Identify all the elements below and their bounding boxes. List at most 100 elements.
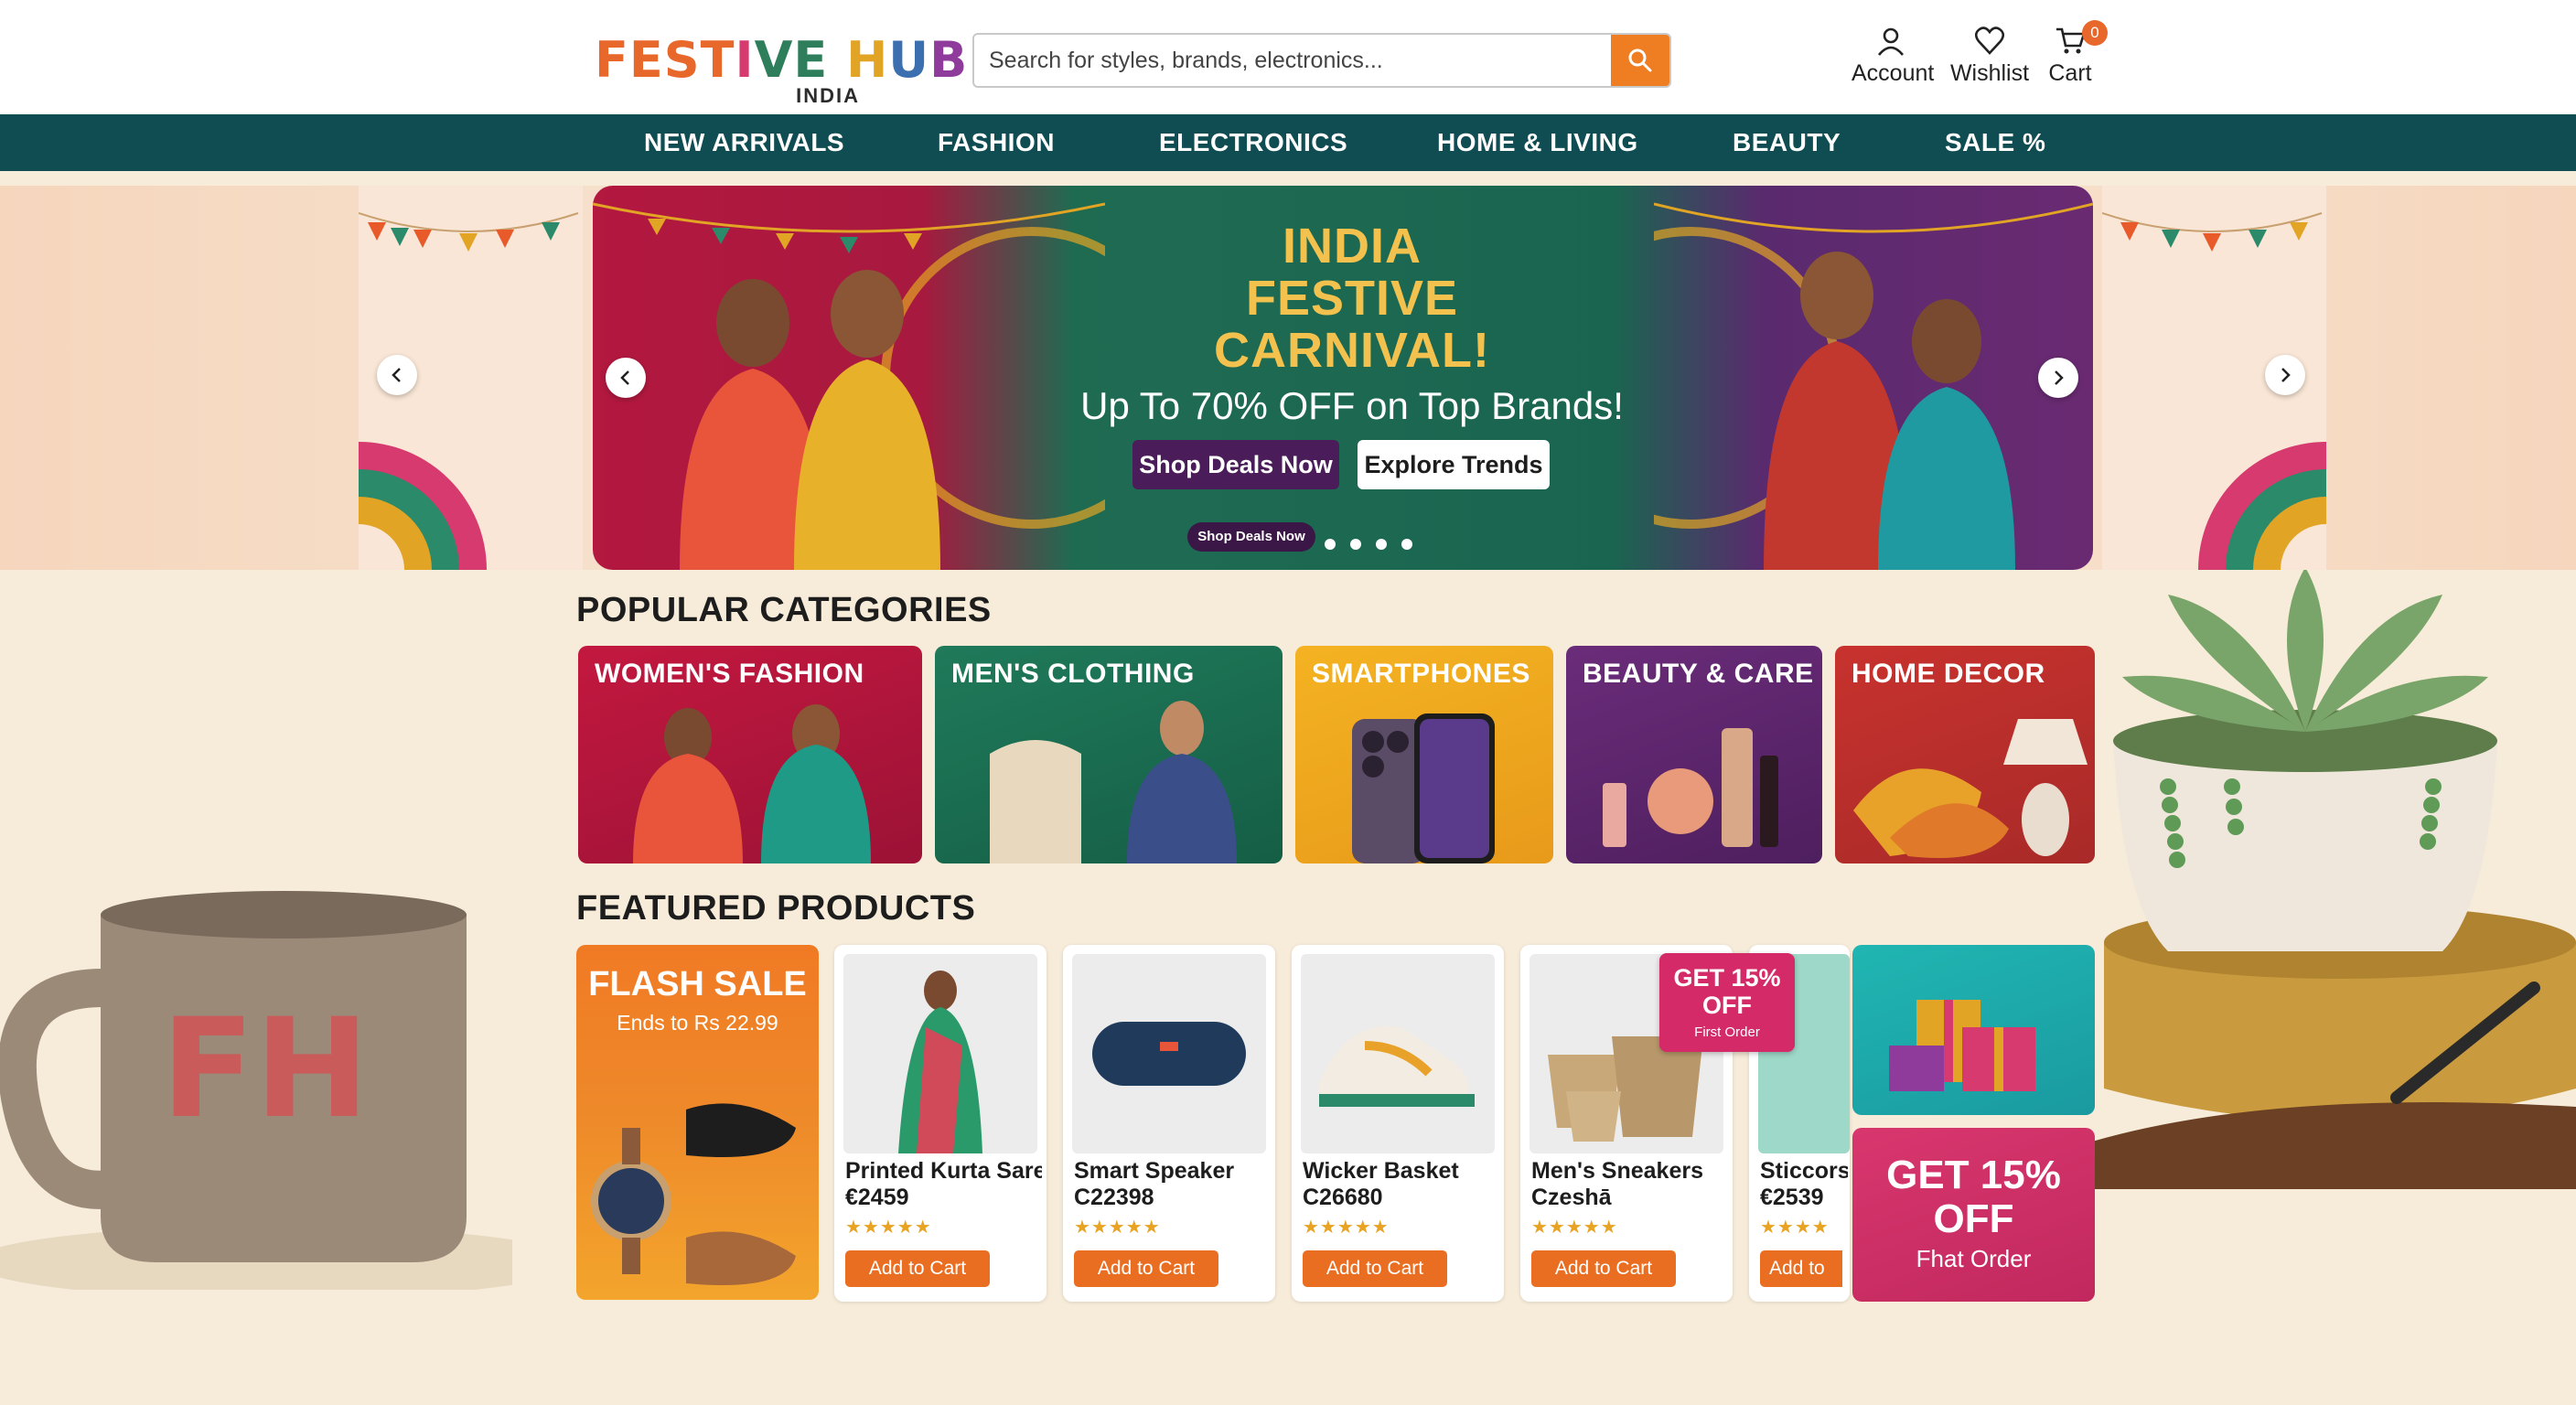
product-card[interactable]: Wicker Basket C26680 ★★★★★ Add to Cart — [1292, 945, 1504, 1302]
logo-subtitle: INDIA — [796, 84, 860, 107]
add-to-cart-button[interactable]: Add to Cart — [1303, 1250, 1447, 1287]
offer-subtitle: Fhat Order — [1916, 1245, 2032, 1272]
nav-item-fashion[interactable]: FASHION — [938, 114, 1055, 171]
plant-decor — [2086, 567, 2576, 1189]
category-image — [990, 701, 1237, 863]
category-label: WOMEN'S FASHION — [595, 659, 864, 689]
add-to-cart-button[interactable]: Add to Cart — [845, 1250, 990, 1287]
hero-banner: INDIA FESTIVE CARNIVAL! Up To 70% OFF on… — [593, 186, 2093, 570]
carousel-dot[interactable] — [1401, 539, 1412, 550]
main-nav: NEW ARRIVALS FASHION ELECTRONICS HOME & … — [0, 114, 2576, 171]
carousel-dot[interactable] — [1325, 539, 1336, 550]
category-image — [633, 704, 871, 863]
hero-subtitle: Up To 70% OFF on Top Brands! — [1080, 384, 1624, 427]
mug-decor: FH — [0, 891, 512, 1290]
nav-item-electronics[interactable]: ELECTRONICS — [1159, 114, 1347, 171]
category-card-mens-clothing[interactable]: MEN'S CLOTHING — [935, 646, 1283, 863]
category-label: MEN'S CLOTHING — [951, 659, 1195, 689]
hero-title-line: INDIA — [1283, 219, 1422, 273]
product-name: Men's Sneakers — [1531, 1158, 1703, 1184]
search-button[interactable] — [1611, 35, 1669, 86]
cart-button[interactable]: Cart 0 — [2045, 20, 2108, 87]
flash-sale-title: FLASH SALE — [588, 965, 807, 1003]
side-prev-arrow-button[interactable] — [377, 355, 417, 395]
offer-title-line: GET 15% — [1886, 1153, 2061, 1197]
hero-title-line: FESTIVE — [1245, 271, 1459, 326]
logo-part: U — [888, 31, 930, 89]
promo-badge-text: OFF — [1702, 992, 1752, 1019]
hero-title-line: CARNIVAL! — [1214, 323, 1490, 378]
heart-icon — [1974, 27, 2005, 55]
search-input[interactable] — [974, 35, 1615, 86]
carousel-dot[interactable] — [1376, 539, 1387, 550]
offer-card[interactable]: GET 15% OFF Fhat Order — [1852, 1128, 2095, 1302]
cart-count-badge: 0 — [2082, 20, 2108, 46]
category-image — [1603, 728, 1778, 847]
add-to-cart-button[interactable]: Add to — [1760, 1250, 1842, 1287]
product-image — [1301, 954, 1495, 1153]
product-name: Wicker Basket — [1303, 1158, 1459, 1184]
category-card-beauty-care[interactable]: BEAUTY & CARE — [1566, 646, 1822, 863]
logo-wordmark: FESTIVE HUB — [595, 31, 967, 89]
flash-sale-products-image — [591, 1103, 796, 1285]
cart-label: Cart — [2048, 60, 2092, 86]
account-label: Account — [1852, 60, 1935, 86]
explore-trends-button[interactable]: Explore Trends — [1358, 440, 1550, 489]
mug-logo-text: FH — [161, 990, 370, 1149]
search-bar — [972, 33, 1671, 88]
category-card-home-decor[interactable]: HOME DECOR — [1835, 646, 2095, 863]
product-card[interactable]: Smart Speaker C22398 ★★★★★ Add to Cart — [1063, 945, 1275, 1302]
flash-sale-subtitle: Ends to Rs 22.99 — [617, 1011, 778, 1035]
promo-badge-text: GET 15% — [1673, 964, 1781, 992]
site-header: FESTIVE HUB INDIA Account Wishlist Cart — [0, 0, 2576, 114]
product-price: €2459 — [845, 1185, 909, 1210]
promo-badge-subtext: First Order — [1694, 1024, 1760, 1040]
brand-logo[interactable]: FESTIVE HUB INDIA — [595, 31, 967, 108]
popular-categories-heading: POPULAR CATEGORIES — [576, 591, 992, 629]
hero-text-block: INDIA FESTIVE CARNIVAL! Up To 70% OFF on… — [1080, 219, 1624, 428]
hero-illustration-right — [1654, 202, 2093, 570]
chevron-left-icon — [620, 370, 629, 385]
product-rating: ★★★★★ — [1074, 1217, 1161, 1238]
offer-title-line: OFF — [1933, 1196, 2014, 1241]
shop-deals-button[interactable]: Shop Deals Now — [1132, 440, 1339, 489]
wishlist-button[interactable]: Wishlist — [1948, 26, 2031, 87]
flash-sale-card[interactable]: FLASH SALE Ends to Rs 22.99 — [576, 945, 819, 1300]
product-name: Printed Kurta Saree — [845, 1158, 1042, 1184]
hero-illustration-left — [593, 202, 1105, 570]
hero-next-arrow-button[interactable] — [2038, 358, 2078, 398]
nav-item-new-arrivals[interactable]: NEW ARRIVALS — [644, 114, 844, 171]
category-card-womens-fashion[interactable]: WOMEN'S FASHION — [578, 646, 922, 863]
logo-part: FEST — [595, 31, 735, 89]
carousel-dot[interactable] — [1350, 539, 1361, 550]
gift-boxes-banner[interactable] — [1852, 945, 2095, 1115]
category-label: HOME DECOR — [1852, 659, 2045, 689]
product-price: €2539 — [1760, 1185, 1824, 1210]
product-card[interactable]: Printed Kurta Saree €2459 ★★★★★ Add to C… — [834, 945, 1046, 1302]
chevron-right-icon — [2055, 370, 2064, 385]
promo-badge-line: GET 15% OFF — [1659, 964, 1795, 1019]
nav-item-beauty[interactable]: BEAUTY — [1733, 114, 1841, 171]
cart-icon — [2056, 27, 2086, 54]
user-icon — [1877, 27, 1905, 56]
first-order-promo-badge[interactable]: GET 15% OFF First Order — [1659, 953, 1795, 1052]
account-button[interactable]: Account — [1852, 26, 1934, 87]
search-icon — [1628, 48, 1652, 72]
nav-item-home-living[interactable]: HOME & LIVING — [1437, 114, 1638, 171]
product-rating: ★★★★★ — [1303, 1217, 1390, 1238]
nav-item-sale[interactable]: SALE % — [1945, 114, 2045, 171]
category-card-smartphones[interactable]: SMARTPHONES — [1295, 646, 1553, 863]
product-price: C22398 — [1074, 1185, 1154, 1210]
product-rating: ★★★★ — [1760, 1217, 1830, 1238]
hero-prev-arrow-button[interactable] — [606, 358, 646, 398]
chevron-right-icon — [2281, 368, 2291, 382]
add-to-cart-button[interactable]: Add to Cart — [1074, 1250, 1218, 1287]
side-next-arrow-button[interactable] — [2265, 355, 2305, 395]
logo-part: B — [929, 31, 969, 89]
category-label: BEAUTY & CARE — [1583, 659, 1814, 689]
hero-mini-deals-label[interactable]: Shop Deals Now — [1187, 522, 1315, 552]
featured-products-heading: FEATURED PRODUCTS — [576, 889, 976, 928]
add-to-cart-button[interactable]: Add to Cart — [1531, 1250, 1676, 1287]
category-image — [1352, 713, 1495, 863]
gift-icon — [1889, 1000, 2035, 1091]
